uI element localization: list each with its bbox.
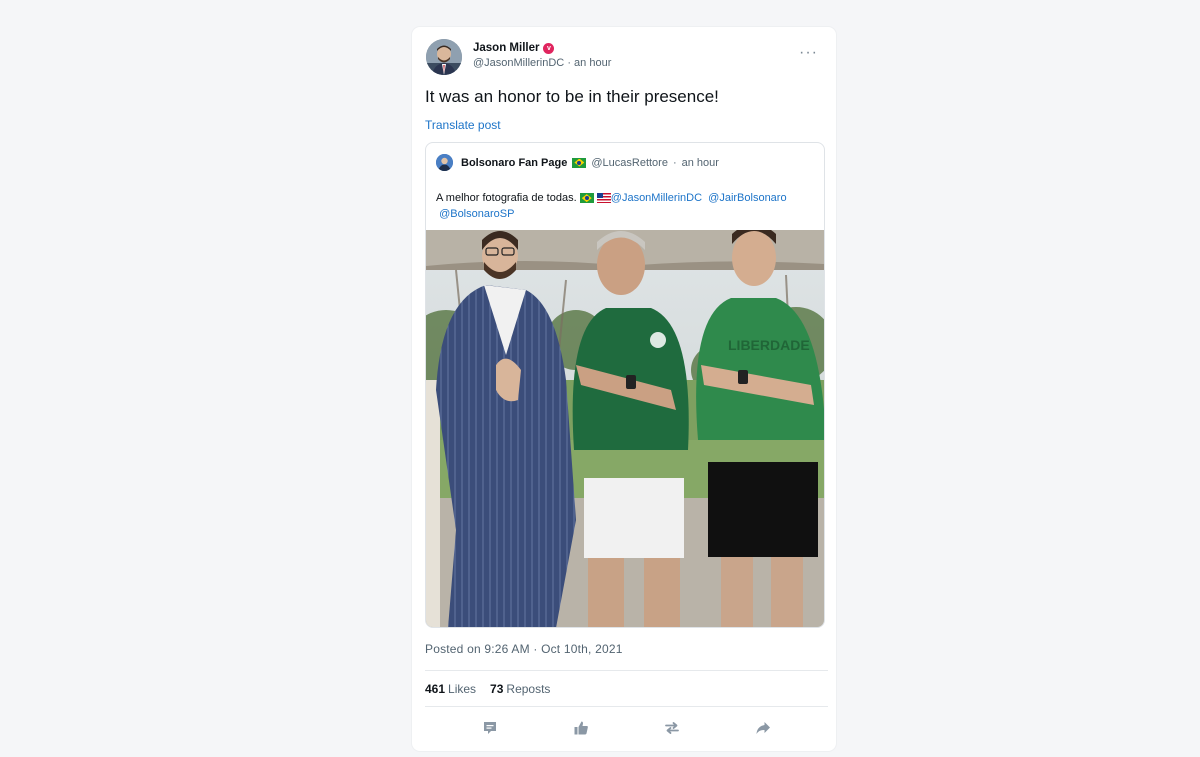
posted-timestamp: Posted on 9:26 AM · Oct 10th, 2021	[425, 642, 623, 656]
quoted-post-time[interactable]: an hour	[682, 157, 719, 169]
mention-link[interactable]: @BolsonaroSP	[439, 208, 514, 220]
verified-badge-icon: v	[543, 42, 555, 54]
quoted-author-name[interactable]: Bolsonaro Fan Page	[461, 157, 567, 169]
reposts-count: 73	[490, 682, 504, 696]
share-button[interactable]	[753, 718, 773, 738]
post-card: Jason Miller v @JasonMillerinDC · an hou…	[412, 27, 836, 751]
divider	[425, 706, 828, 707]
quoted-post-header: Bolsonaro Fan Page @LucasRettore · an ho…	[436, 154, 719, 171]
author-meta: @JasonMillerinDC · an hour	[473, 57, 611, 69]
post-time[interactable]: an hour	[574, 57, 611, 69]
quoted-post-image[interactable]: LIBERDADE	[426, 230, 824, 628]
repost-button[interactable]	[662, 718, 682, 738]
engagement-stats: 461 Likes 73 Reposts	[425, 682, 550, 696]
reposts-label: Reposts	[506, 682, 551, 696]
brazil-flag-icon	[579, 193, 594, 204]
quoted-meta-separator: ·	[672, 156, 677, 169]
mention-link[interactable]: @JairBolsonaro	[708, 192, 786, 204]
author-name[interactable]: Jason Miller	[473, 42, 539, 54]
quoted-text-prefix: A melhor fotografia de todas.	[436, 192, 577, 204]
divider	[425, 670, 828, 671]
svg-text:LIBERDADE: LIBERDADE	[728, 337, 810, 353]
more-options-button[interactable]: ···	[799, 45, 818, 61]
meta-separator: ·	[567, 57, 571, 69]
like-icon	[574, 721, 588, 735]
author-avatar[interactable]	[426, 39, 462, 75]
quoted-post[interactable]: Bolsonaro Fan Page @LucasRettore · an ho…	[425, 142, 825, 628]
mention-link[interactable]: @JasonMillerinDC	[611, 192, 702, 204]
likes-stat[interactable]: 461 Likes	[425, 682, 476, 696]
action-bar	[425, 713, 828, 743]
likes-count: 461	[425, 682, 446, 696]
brazil-flag-icon	[572, 157, 587, 168]
post-header: Jason Miller v @JasonMillerinDC · an hou…	[426, 39, 822, 79]
reposts-stat[interactable]: 73 Reposts	[490, 682, 550, 696]
translate-post-link[interactable]: Translate post	[425, 118, 501, 132]
quoted-post-text: A melhor fotografia de todas. @JasonMill…	[436, 191, 816, 222]
comment-button[interactable]	[480, 718, 500, 738]
usa-flag-icon	[596, 193, 611, 204]
repost-icon	[664, 722, 679, 734]
author-handle[interactable]: @JasonMillerinDC	[473, 57, 564, 69]
post-text: It was an honor to be in their presence!	[425, 87, 719, 106]
author-name-row: Jason Miller v	[473, 42, 555, 54]
share-icon	[756, 722, 770, 734]
likes-label: Likes	[448, 682, 477, 696]
like-button[interactable]	[571, 718, 591, 738]
quoted-author-handle[interactable]: @LucasRettore	[591, 157, 668, 169]
comment-icon	[484, 722, 497, 734]
quoted-author-avatar[interactable]	[436, 154, 453, 171]
